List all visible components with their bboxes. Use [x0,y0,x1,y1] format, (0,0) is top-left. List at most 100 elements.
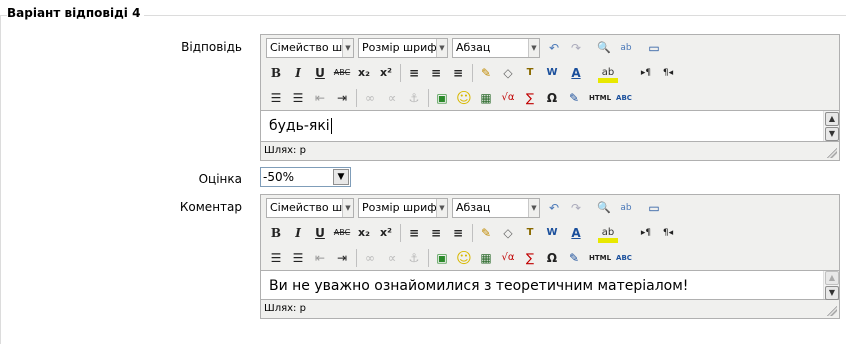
font-size-select[interactable]: Розмір шрифта ▼ [358,198,448,218]
tex-icon[interactable]: ∑ [520,88,540,108]
highlight-color-icon[interactable]: ab [598,223,618,243]
link-icon[interactable]: ∞ [360,88,380,108]
grade-select[interactable]: -50% ▼ [260,167,351,187]
paste-word-icon[interactable]: W [542,223,562,243]
outdent-icon[interactable]: ⇤ [310,88,330,108]
spellcheck-icon[interactable]: ABC [614,88,634,108]
bullet-list-icon[interactable]: ☰ [266,88,286,108]
toolbar-separator [356,249,357,267]
image-icon[interactable]: ▣ [432,248,452,268]
link-icon[interactable]: ∞ [360,248,380,268]
anchor-icon[interactable]: ⚓ [404,248,424,268]
replace-icon[interactable]: ab [616,198,636,218]
ltr-icon[interactable]: ▸¶ [636,223,656,243]
font-family-select[interactable]: Сімейство шри ▼ [266,38,354,58]
align-right-icon[interactable]: ≡ [448,63,468,83]
grade-label: Оцінка [198,172,242,186]
numbered-list-icon[interactable]: ☰ [288,88,308,108]
unlink-icon[interactable]: ∝ [382,88,402,108]
emoticon-icon[interactable]: ☺ [454,248,474,268]
rtl-icon[interactable]: ¶◂ [658,223,678,243]
bullet-list-icon[interactable]: ☰ [266,248,286,268]
align-left-icon[interactable]: ≡ [404,223,424,243]
find-icon[interactable]: 🔍 [594,198,614,218]
media-icon[interactable]: ▦ [476,248,496,268]
underline-icon[interactable]: U [310,63,330,83]
font-color-icon[interactable]: A [566,223,586,243]
align-right-icon[interactable]: ≡ [448,223,468,243]
equation-icon[interactable]: √α [498,248,518,268]
paste-text-icon[interactable]: T [520,223,540,243]
paste-text-icon[interactable]: T [520,63,540,83]
bold-icon[interactable]: B [266,223,286,243]
redo-icon[interactable]: ↷ [566,38,586,58]
undo-icon[interactable]: ↶ [544,38,564,58]
format-select[interactable]: Абзац ▼ [452,38,540,58]
subscript-icon[interactable]: x₂ [354,223,374,243]
emoticon-icon[interactable]: ☺ [454,88,474,108]
fullscreen-icon[interactable]: ▭ [644,38,664,58]
toolbar-separator [428,89,429,107]
indent-icon[interactable]: ⇥ [332,88,352,108]
tex-icon[interactable]: ∑ [520,248,540,268]
eraser-icon[interactable]: ◇ [498,63,518,83]
html-source-icon[interactable]: HTML [588,248,612,268]
html-source-icon[interactable]: HTML [588,88,612,108]
rtl-icon[interactable]: ¶◂ [658,63,678,83]
fullscreen-icon[interactable]: ▭ [644,198,664,218]
undo-icon[interactable]: ↶ [544,198,564,218]
cleanup-icon[interactable]: ✎ [476,63,496,83]
toolbar-separator [400,224,401,242]
special-character-icon[interactable]: Ω [542,88,562,108]
outdent-icon[interactable]: ⇤ [310,248,330,268]
highlight-color-icon[interactable]: ab [598,63,618,83]
toolbar-row-3: ☰ ☰ ⇤ ⇥ ∞ ∝ ⚓ ▣ ☺ ▦ √α ∑ Ω ✎ HTML ABC [261,245,839,270]
bold-icon[interactable]: B [266,63,286,83]
redo-icon[interactable]: ↷ [566,198,586,218]
scroll-down-icon[interactable]: ▼ [825,286,839,300]
numbered-list-icon[interactable]: ☰ [288,248,308,268]
scrollbar[interactable]: ▲ ▼ [823,271,839,300]
scrollbar[interactable]: ▲ ▼ [823,111,839,141]
font-color-icon[interactable]: A [566,63,586,83]
eraser-icon[interactable]: ◇ [498,223,518,243]
superscript-icon[interactable]: x² [376,63,396,83]
cleanup-icon[interactable]: ✎ [476,223,496,243]
spellcheck-icon[interactable]: ABC [614,248,634,268]
scroll-up-icon[interactable]: ▲ [825,112,839,126]
font-size-select[interactable]: Розмір шрифта ▼ [358,38,448,58]
special-character-icon[interactable]: Ω [542,248,562,268]
equation-icon[interactable]: √α [498,88,518,108]
underline-icon[interactable]: U [310,223,330,243]
feedback-path-text: Шлях: p [264,303,306,314]
find-icon[interactable]: 🔍 [594,38,614,58]
indent-icon[interactable]: ⇥ [332,248,352,268]
edit-icon[interactable]: ✎ [564,88,584,108]
answer-text-area[interactable]: будь-які ▲ ▼ [261,110,839,142]
feedback-text-area[interactable]: Ви не уважно ознайомилися з теоретичним … [261,270,839,300]
resize-grip-icon[interactable] [827,306,837,316]
align-center-icon[interactable]: ≡ [426,63,446,83]
ltr-icon[interactable]: ▸¶ [636,63,656,83]
align-left-icon[interactable]: ≡ [404,63,424,83]
strikethrough-icon[interactable]: ABC [332,223,352,243]
paste-word-icon[interactable]: W [542,63,562,83]
italic-icon[interactable]: I [288,223,308,243]
media-icon[interactable]: ▦ [476,88,496,108]
image-icon[interactable]: ▣ [432,88,452,108]
strikethrough-icon[interactable]: ABC [332,63,352,83]
anchor-icon[interactable]: ⚓ [404,88,424,108]
replace-icon[interactable]: ab [616,38,636,58]
unlink-icon[interactable]: ∝ [382,248,402,268]
italic-icon[interactable]: I [288,63,308,83]
superscript-icon[interactable]: x² [376,223,396,243]
align-center-icon[interactable]: ≡ [426,223,446,243]
format-select[interactable]: Абзац ▼ [452,198,540,218]
edit-icon[interactable]: ✎ [564,248,584,268]
scroll-down-icon[interactable]: ▼ [825,127,839,141]
scroll-up-icon[interactable]: ▲ [825,271,839,285]
resize-grip-icon[interactable] [827,148,837,158]
font-family-select[interactable]: Сімейство шри ▼ [266,198,354,218]
subscript-icon[interactable]: x₂ [354,63,374,83]
chevron-down-icon: ▼ [436,199,447,217]
